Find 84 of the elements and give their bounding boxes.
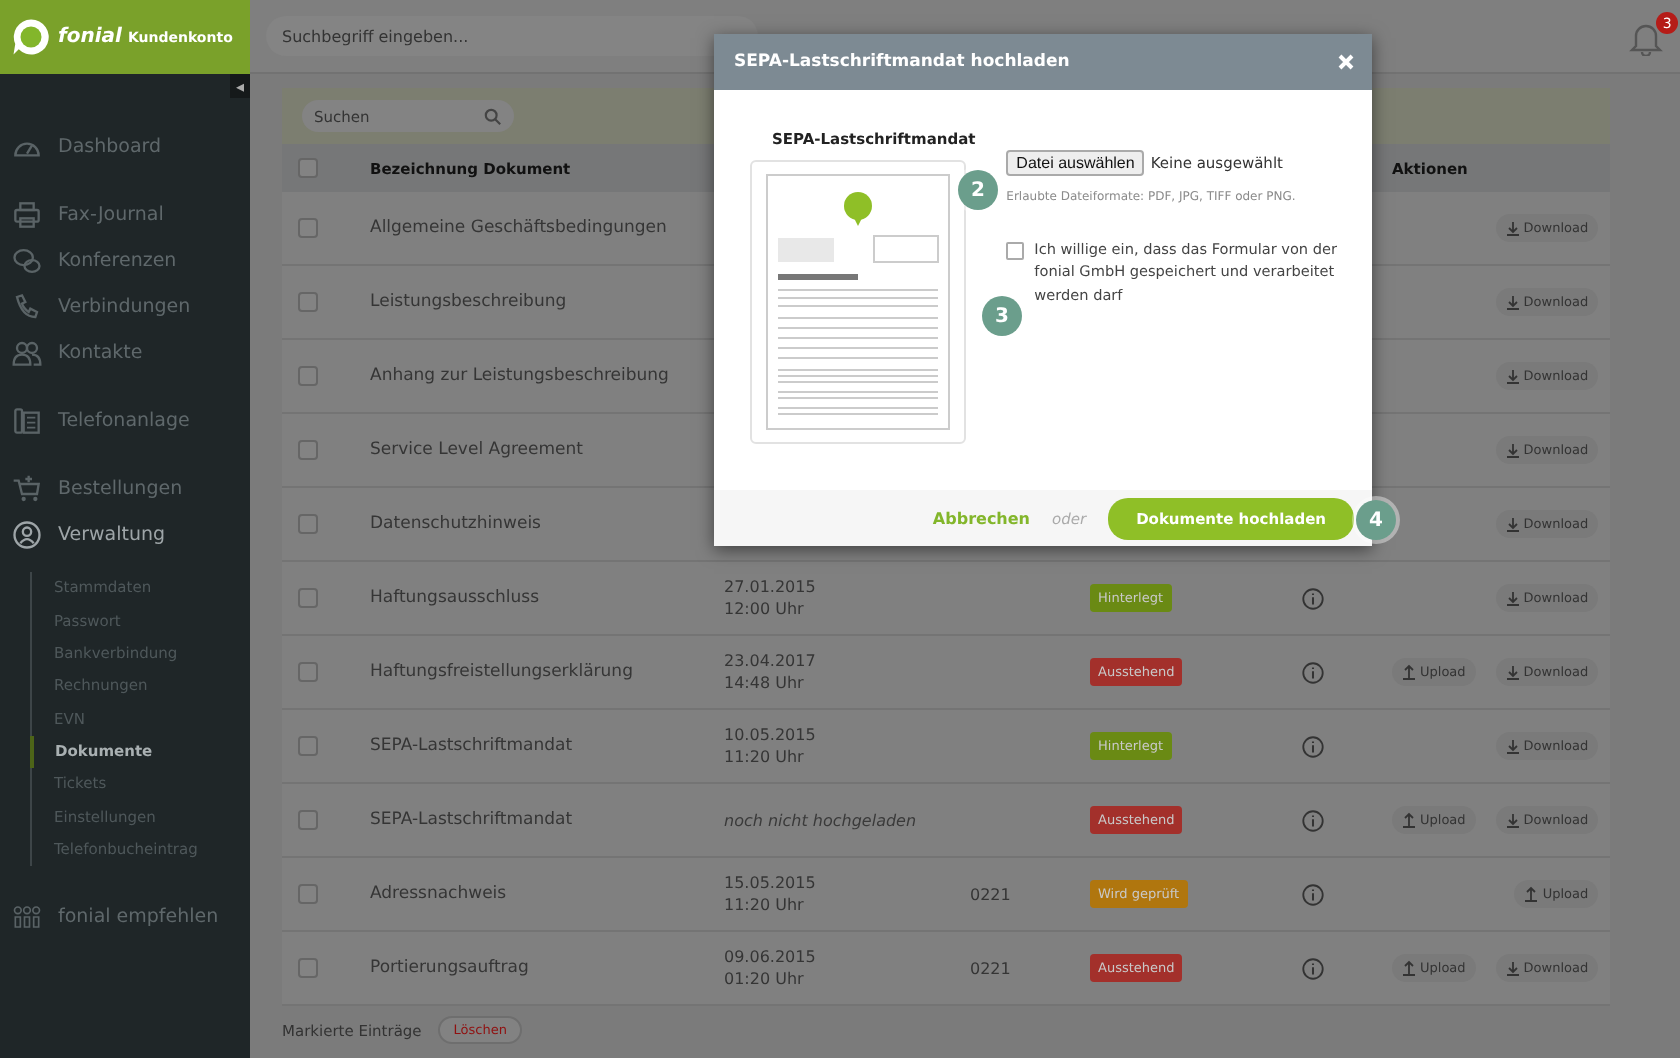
download-icon — [1505, 960, 1520, 976]
upload-time: 11:20 Uhr — [724, 894, 806, 917]
document-name: Adressnachweis — [370, 884, 509, 904]
document-name: Anhang zur Leistungsbeschreibung — [370, 366, 671, 386]
sidebar-item[interactable]: Telefonanlage — [0, 402, 250, 438]
upload-date: noch nicht hochgeladen — [724, 811, 919, 829]
sidebar-item[interactable]: Verbindungen — [0, 288, 250, 324]
upload-time: 01:20 Uhr — [724, 968, 806, 991]
sidebar-item[interactable]: Konferenzen — [0, 242, 250, 278]
download-icon — [1505, 442, 1520, 458]
row-checkbox[interactable] — [298, 958, 318, 978]
download-icon — [1505, 590, 1520, 606]
download-icon — [1505, 812, 1520, 828]
download-icon — [1505, 294, 1520, 310]
info-icon[interactable] — [1302, 587, 1324, 609]
select-all-checkbox[interactable] — [298, 158, 318, 178]
info-icon[interactable] — [1302, 735, 1324, 757]
document-name: Service Level Agreement — [370, 440, 585, 460]
printer-icon — [12, 199, 42, 229]
document-name: Datenschutzhinweis — [370, 514, 543, 534]
info-icon[interactable] — [1302, 957, 1324, 979]
area-code: 0221 — [970, 885, 1013, 903]
logo-brand: fonial — [58, 26, 122, 48]
dialog-title: SEPA-Lastschriftmandat hochladen — [734, 52, 1070, 72]
people-icon — [12, 901, 42, 932]
consent-checkbox[interactable] — [1006, 242, 1025, 260]
upload-time: 12:00 Uhr — [724, 598, 806, 621]
area-code: 0221 — [970, 959, 1013, 977]
document-name: SEPA-Lastschriftmandat — [370, 810, 575, 830]
desk-phone-icon — [12, 405, 42, 435]
search-field[interactable]: Suchbegriff eingeben... — [266, 16, 758, 56]
sidebar-item[interactable]: fonial empfehlen — [0, 898, 250, 935]
info-icon[interactable] — [1302, 809, 1324, 831]
row-checkbox[interactable] — [298, 292, 318, 312]
sidebar-item[interactable]: Verwaltung — [0, 516, 250, 552]
upload-date: 15.05.2015 — [724, 871, 818, 894]
upload-date: 23.04.2017 — [724, 649, 818, 672]
logo-icon — [10, 16, 52, 58]
sidebar-item[interactable]: Fax-Journal — [0, 196, 250, 232]
upload-date: 09.06.2015 — [724, 945, 818, 968]
choose-file-button[interactable]: Datei auswählen — [1006, 150, 1145, 176]
upload-icon — [1402, 664, 1416, 680]
document-name: SEPA-Lastschriftmandat — [370, 736, 575, 756]
upload-date: 10.05.2015 — [724, 723, 818, 746]
row-checkbox[interactable] — [298, 884, 318, 904]
row-checkbox[interactable] — [298, 810, 318, 830]
document-name: Portierungsauftrag — [370, 958, 531, 978]
document-name: Allgemeine Geschäftsbedingungen — [370, 218, 669, 238]
contacts-icon — [12, 337, 42, 367]
phone-icon — [12, 291, 42, 321]
download-icon — [1505, 738, 1520, 754]
upload-time: 14:48 Uhr — [724, 672, 806, 695]
search-icon — [484, 107, 502, 125]
sidebar-item[interactable]: Bestellungen — [0, 470, 250, 506]
row-checkbox[interactable] — [298, 588, 318, 608]
cancel-link[interactable]: Abbrechen — [932, 509, 1030, 527]
cart-icon — [12, 473, 42, 503]
row-checkbox[interactable] — [298, 440, 318, 460]
upload-time: 11:20 Uhr — [724, 746, 806, 769]
close-icon[interactable] — [1338, 54, 1354, 70]
sidebar-item[interactable]: Dashboard — [0, 128, 250, 164]
download-icon — [1505, 516, 1520, 532]
download-icon — [1505, 368, 1520, 384]
document-name: Haftungsausschluss — [370, 588, 541, 608]
row-checkbox[interactable] — [298, 662, 318, 682]
row-checkbox[interactable] — [298, 218, 318, 238]
download-icon — [1505, 220, 1520, 236]
info-icon[interactable] — [1302, 883, 1324, 905]
row-checkbox[interactable] — [298, 736, 318, 756]
sidebar-item[interactable]: Kontakte — [0, 334, 250, 370]
person-circle-icon — [12, 519, 42, 549]
row-checkbox[interactable] — [298, 514, 318, 534]
bell-icon[interactable] — [1628, 20, 1665, 56]
upload-icon — [1524, 886, 1539, 902]
document-name: Haftungsfreistellungserklärung — [370, 662, 635, 682]
upload-icon — [1402, 812, 1416, 828]
collapse-button[interactable]: ◂ — [230, 74, 250, 98]
row-checkbox[interactable] — [298, 366, 318, 386]
upload-date: 27.01.2015 — [724, 575, 818, 598]
upload-icon — [1402, 960, 1416, 976]
info-icon[interactable] — [1302, 661, 1324, 683]
chat-bubbles-icon — [12, 245, 42, 275]
document-name: Leistungsbeschreibung — [370, 292, 569, 312]
download-icon — [1505, 664, 1520, 680]
